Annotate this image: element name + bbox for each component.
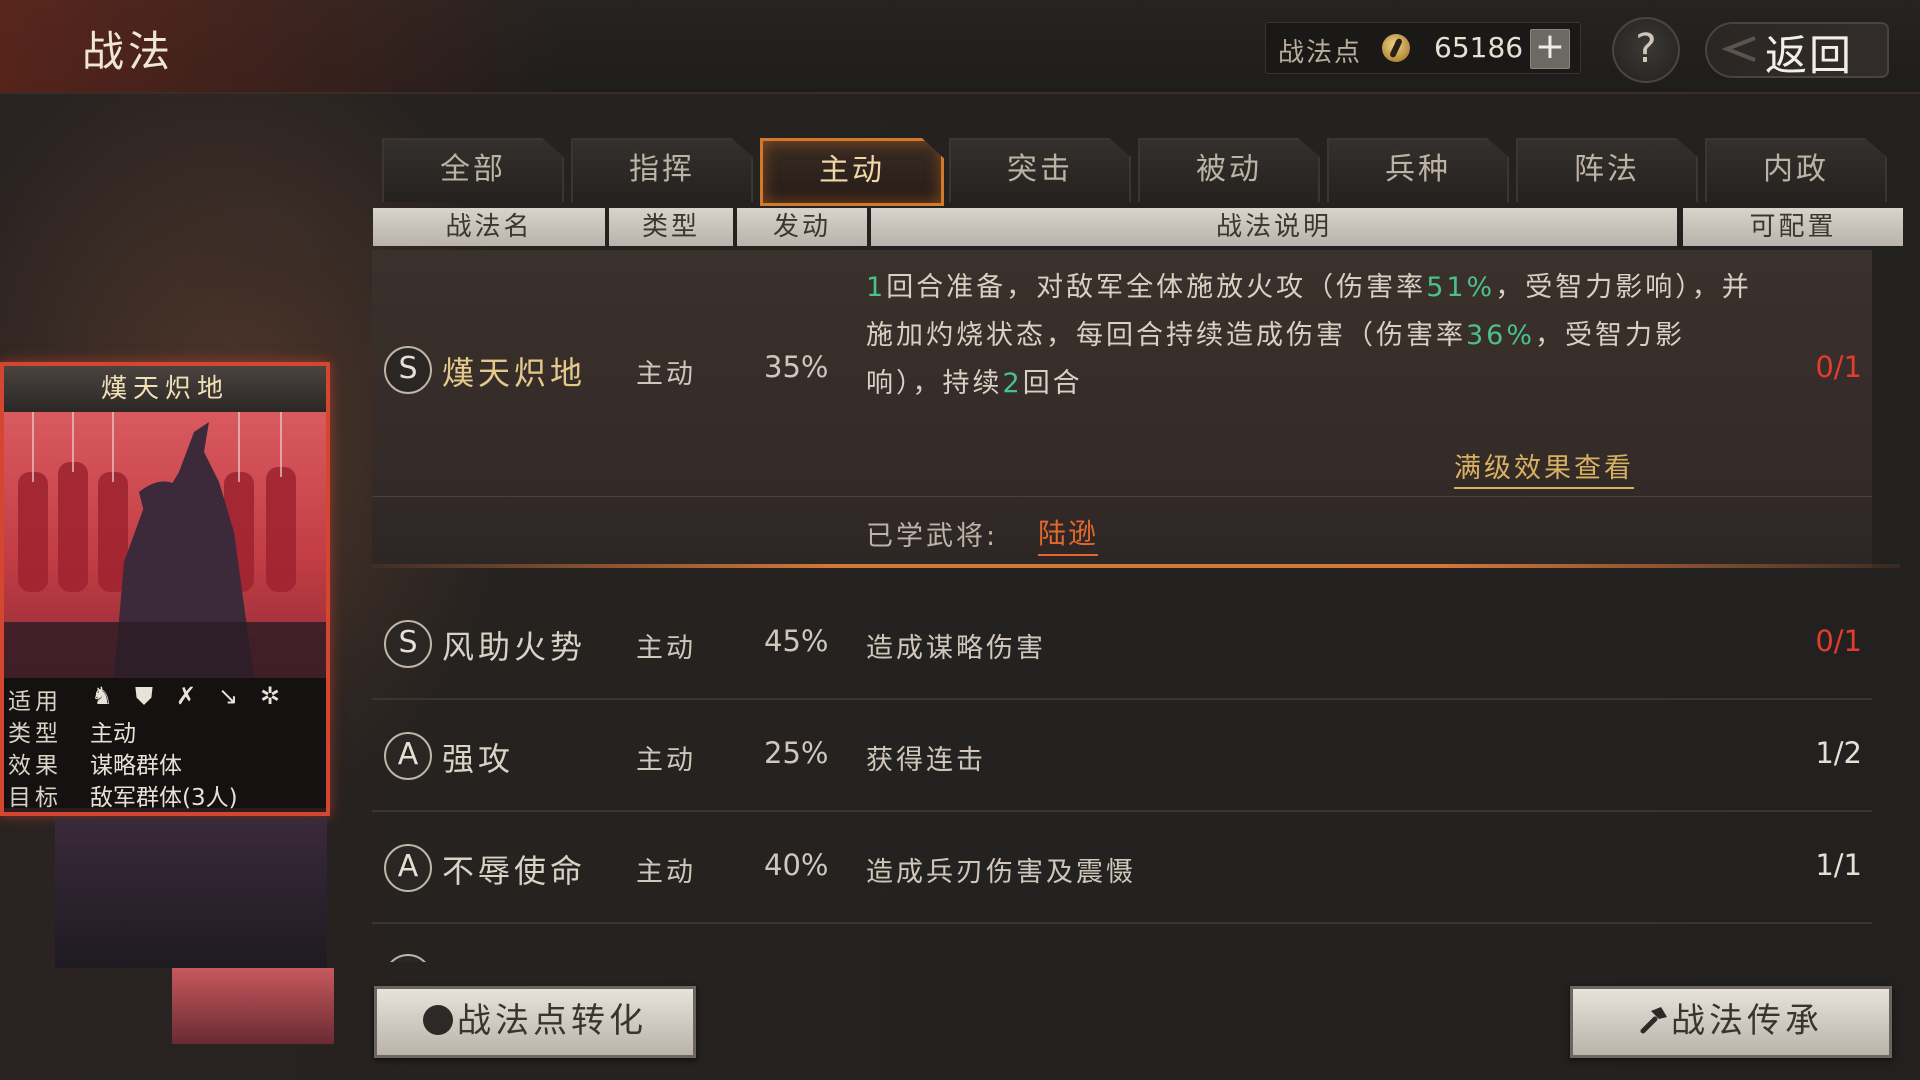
selected-row-underline <box>372 564 1900 568</box>
tab-active[interactable]: 主动 <box>760 138 944 206</box>
tab-internal-affairs[interactable]: 内政 <box>1705 138 1887 202</box>
divider <box>372 496 1872 497</box>
page-title: 战法 <box>82 27 175 76</box>
tactic-points-display: 战法点 65186 + <box>1265 22 1581 74</box>
card-value-type: 主动 <box>90 721 136 747</box>
desc-text: 回合 <box>1022 368 1083 399</box>
card-title: 熯天炽地 <box>4 366 326 412</box>
help-button[interactable]: ? <box>1612 17 1680 83</box>
skill-card-thumbnail[interactable] <box>55 818 327 968</box>
column-header-description: 战法说明 <box>871 208 1677 246</box>
learned-general-link[interactable]: 陆逊 <box>1038 512 1099 556</box>
wheel-icon: ✲ <box>259 682 281 710</box>
grade-badge: S <box>384 346 432 394</box>
skill-name: 强攻 <box>442 740 515 778</box>
tab-passive[interactable]: 被动 <box>1138 138 1320 202</box>
skill-description: 获得连击 <box>866 745 986 776</box>
card-row-effect: 效果 谋略群体 <box>4 744 326 779</box>
full-effect-link[interactable]: 满级效果查看 <box>1454 446 1634 489</box>
column-header-type[interactable]: 类型 <box>609 208 733 246</box>
card-row-target: 目标 敌军群体(3人) <box>4 776 326 811</box>
skill-rate: 35% <box>764 350 829 384</box>
skill-row[interactable]: A 不辱使命 主动 40% 造成兵刃伤害及震慑 1/1 <box>372 812 1872 924</box>
skill-config-count: 1/1 <box>1815 848 1862 882</box>
points-label: 战法点 <box>1278 38 1363 68</box>
tactic-point-icon <box>1382 34 1410 62</box>
troop-type-icons: ♞ ⛊ ✗ ↘ ✲ <box>88 682 284 710</box>
back-label: 返回 <box>1765 31 1854 80</box>
skill-config-count: 0/1 <box>1815 350 1862 384</box>
inherit-skill-label: 战法传承 <box>1671 1001 1823 1041</box>
cavalry-icon: ♞ <box>91 682 113 710</box>
skill-description: 造成兵刃伤害及震慑 <box>866 857 1136 888</box>
bow-icon: ✗ <box>175 682 197 710</box>
column-header-configurable[interactable]: 可配置 <box>1683 208 1903 246</box>
skill-type: 主动 <box>636 633 696 664</box>
selected-skill-card[interactable]: 熯天炽地 适用 ♞ ⛊ ✗ ↘ ✲ 类型 主动 效果 谋略群体 目标 敌军群体(… <box>0 362 330 816</box>
tab-command[interactable]: 指挥 <box>571 138 753 202</box>
spear-icon: ↘ <box>217 682 239 710</box>
grade-badge <box>384 954 432 962</box>
back-button[interactable]: 返回 <box>1705 16 1895 80</box>
desc-text: 回合准备，对敌军全体施放火攻（伤害率 <box>886 272 1427 303</box>
shield-icon: ⛊ <box>135 682 153 710</box>
skill-description: 造成谋略伤害 <box>866 633 1046 664</box>
card-art-figures <box>4 412 326 678</box>
skill-config-count: 0/1 <box>1815 624 1862 658</box>
skill-name: 风助火势 <box>442 628 587 666</box>
skill-config-count: 1/2 <box>1815 736 1862 770</box>
desc-value: 2 <box>1002 368 1023 399</box>
card-key-effect: 效果 <box>8 753 62 779</box>
skill-card-thumbnail-2[interactable] <box>172 968 334 1044</box>
desc-value: 51% <box>1426 272 1496 303</box>
skill-row[interactable]: S 风助火势 主动 45% 造成谋略伤害 0/1 <box>372 588 1872 700</box>
skill-type: 主动 <box>636 857 696 888</box>
card-key-target: 目标 <box>8 785 62 811</box>
skill-type: 主动 <box>636 359 696 390</box>
column-header-trigger[interactable]: 发动 <box>737 208 867 246</box>
card-key-type: 类型 <box>8 721 62 747</box>
skill-type: 主动 <box>636 745 696 776</box>
skill-name: 熯天炽地 <box>442 354 587 392</box>
card-row-applicable: 适用 ♞ ⛊ ✗ ↘ ✲ <box>4 680 326 715</box>
skill-description: 1回合准备，对敌军全体施放火攻（伤害率51%，受智力影响），并施加灼烧状态，每回… <box>866 264 1756 408</box>
add-points-button[interactable]: + <box>1530 29 1570 69</box>
card-row-type: 类型 主动 <box>4 712 326 747</box>
skill-rate: 40% <box>764 848 829 882</box>
skill-rate: 25% <box>764 736 829 770</box>
desc-value: 36% <box>1466 320 1536 351</box>
skill-rate: 45% <box>764 624 829 658</box>
skill-row-expanded[interactable]: S 熯天炽地 主动 35% 1回合准备，对敌军全体施放火攻（伤害率51%，受智力… <box>372 250 1872 568</box>
grade-badge: A <box>384 732 432 780</box>
card-value-effect: 谋略群体 <box>90 753 182 779</box>
tab-troop-type[interactable]: 兵种 <box>1327 138 1509 202</box>
convert-points-label: 战法点转化 <box>457 1001 647 1041</box>
grade-badge: A <box>384 844 432 892</box>
tab-formation[interactable]: 阵法 <box>1516 138 1698 202</box>
grade-badge: S <box>384 620 432 668</box>
points-value: 65186 <box>1434 31 1524 64</box>
card-illustration <box>4 412 326 678</box>
column-header-name[interactable]: 战法名 <box>373 208 605 246</box>
card-key-applicable: 适用 <box>8 689 62 715</box>
learned-generals-label: 已学武将: <box>866 521 999 552</box>
card-info-panel: 适用 ♞ ⛊ ✗ ↘ ✲ 类型 主动 效果 谋略群体 目标 敌军群体(3人) <box>4 678 326 811</box>
skill-row[interactable]: A 强攻 主动 25% 获得连击 1/2 <box>372 700 1872 812</box>
skill-list[interactable]: S 熯天炽地 主动 35% 1回合准备，对敌军全体施放火攻（伤害率51%，受智力… <box>372 250 1900 962</box>
back-arrow-icon <box>1721 36 1756 62</box>
inherit-skill-button[interactable]: 战法传承 <box>1570 986 1892 1058</box>
card-value-target: 敌军群体(3人) <box>90 785 238 811</box>
skill-row-partial[interactable] <box>372 924 1872 962</box>
tab-assault[interactable]: 突击 <box>949 138 1131 202</box>
top-bar: 战法 战法点 65186 + ? 返回 <box>0 0 1920 94</box>
convert-points-button[interactable]: 战法点转化 <box>374 986 696 1058</box>
hammer-icon <box>1640 1006 1667 1033</box>
tab-all[interactable]: 全部 <box>382 138 564 202</box>
tactic-point-icon <box>423 1004 453 1035</box>
skill-name: 不辱使命 <box>442 852 587 890</box>
desc-value: 1 <box>866 272 887 303</box>
